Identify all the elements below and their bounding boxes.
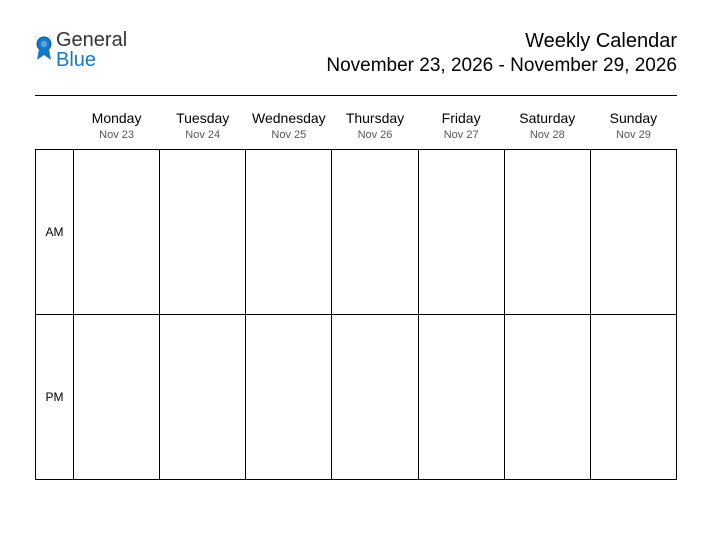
day-header-thursday: Thursday Nov 26 [332, 106, 418, 149]
weekly-calendar-table: Monday Nov 23 Tuesday Nov 24 Wednesday N… [35, 106, 677, 480]
cell-am-thursday [332, 149, 418, 314]
period-column-header [36, 106, 74, 149]
cell-pm-wednesday [246, 314, 332, 479]
cell-am-saturday [504, 149, 590, 314]
am-row: AM [36, 149, 677, 314]
title-block: Weekly Calendar November 23, 2026 - Nove… [326, 30, 677, 77]
logo-text: General Blue [56, 30, 127, 70]
page-title: Weekly Calendar [326, 30, 677, 53]
cell-am-friday [418, 149, 504, 314]
cell-pm-monday [74, 314, 160, 479]
pm-row: PM [36, 314, 677, 479]
cell-am-tuesday [160, 149, 246, 314]
day-header-friday: Friday Nov 27 [418, 106, 504, 149]
cell-pm-saturday [504, 314, 590, 479]
logo-word-blue: Blue [56, 49, 96, 71]
day-header-wednesday: Wednesday Nov 25 [246, 106, 332, 149]
cell-pm-tuesday [160, 314, 246, 479]
day-header-monday: Monday Nov 23 [74, 106, 160, 149]
cell-am-sunday [590, 149, 676, 314]
header-divider [35, 95, 677, 96]
day-header-sunday: Sunday Nov 29 [590, 106, 676, 149]
day-header-saturday: Saturday Nov 28 [504, 106, 590, 149]
cell-pm-sunday [590, 314, 676, 479]
date-range: November 23, 2026 - November 29, 2026 [326, 55, 677, 77]
logo-word-general: General [56, 29, 127, 51]
document-header: General Blue Weekly Calendar November 23… [35, 30, 677, 77]
ribbon-icon [35, 36, 53, 66]
pm-label: PM [36, 314, 74, 479]
am-label: AM [36, 149, 74, 314]
cell-am-monday [74, 149, 160, 314]
cell-am-wednesday [246, 149, 332, 314]
cell-pm-thursday [332, 314, 418, 479]
logo: General Blue [35, 30, 127, 70]
day-header-tuesday: Tuesday Nov 24 [160, 106, 246, 149]
cell-pm-friday [418, 314, 504, 479]
